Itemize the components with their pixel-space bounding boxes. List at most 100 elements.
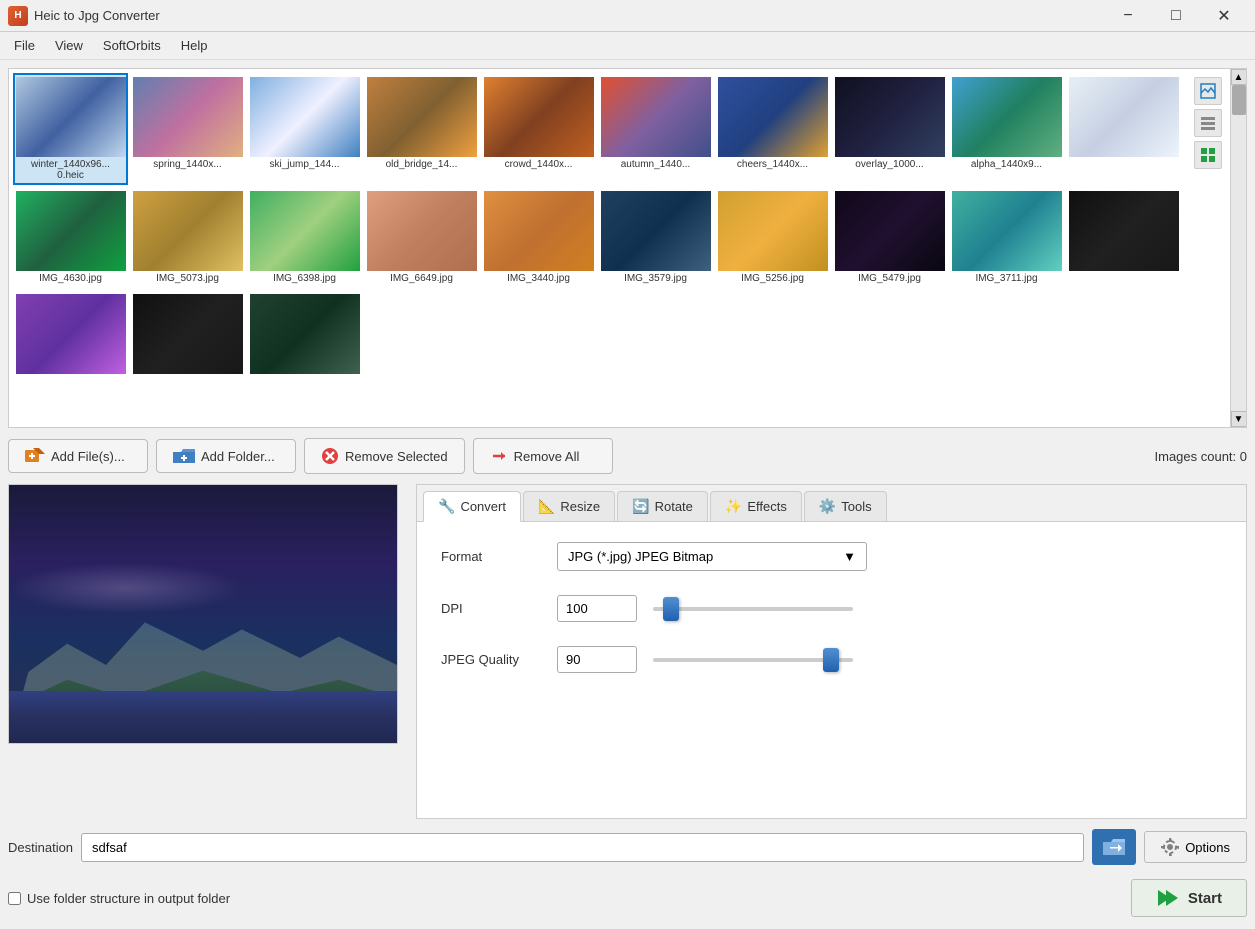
gallery-item[interactable]: IMG_6398.jpg [247,187,362,288]
gallery-item[interactable] [1066,187,1181,288]
dpi-input[interactable] [557,595,637,622]
gallery-item[interactable]: IMG_3711.jpg [949,187,1064,288]
bottom-area: 🔧 Convert 📐 Resize 🔄 Rotate ✨ Effects ⚙️ [8,484,1247,819]
add-folder-button[interactable]: Add Folder... [156,439,296,473]
add-files-icon [25,448,45,464]
folder-structure-checkbox[interactable] [8,892,21,905]
close-button[interactable]: ✕ [1201,0,1247,32]
gallery-item[interactable] [130,290,245,380]
folder-browse-icon [1103,838,1125,856]
dropdown-arrow-icon: ▼ [843,549,856,564]
scroll-thumb[interactable] [1232,85,1246,115]
add-folder-icon [173,448,195,464]
dpi-slider[interactable] [653,599,853,619]
gallery-item[interactable]: IMG_3440.jpg [481,187,596,288]
gallery-scrollbar: ▲ ▼ [1230,69,1246,427]
toolbar: Add File(s)... Add Folder... Remove Sele… [8,434,1247,478]
scroll-track [1231,85,1247,411]
jpeg-quality-input[interactable] [557,646,637,673]
gallery-item[interactable]: old_bridge_14... [364,73,479,185]
jpeg-quality-row: JPEG Quality [441,646,1222,673]
gallery-item[interactable]: winter_1440x96...0.heic [13,73,128,185]
destination-browse-button[interactable] [1092,829,1136,865]
scroll-down-button[interactable]: ▼ [1231,411,1247,427]
grid-view-button[interactable] [1194,141,1222,169]
gallery-grid: winter_1440x96...0.heic spring_1440x... … [13,73,1226,380]
start-button[interactable]: Start [1131,879,1247,917]
destination-input[interactable] [81,833,1084,862]
effects-tab-icon: ✨ [725,498,742,515]
format-dropdown[interactable]: JPG (*.jpg) JPEG Bitmap ▼ [557,542,867,571]
jpeg-quality-label: JPEG Quality [441,652,541,667]
gallery-item[interactable]: IMG_3579.jpg [598,187,713,288]
gallery-item[interactable]: ski_jump_144... [247,73,362,185]
main-content: winter_1440x96...0.heic spring_1440x... … [0,60,1255,929]
scroll-up-button[interactable]: ▲ [1231,69,1247,85]
folder-structure-label: Use folder structure in output folder [27,891,230,906]
start-icon [1156,888,1180,908]
gallery-item[interactable]: overlay_1000... [832,73,947,185]
gallery-item[interactable] [247,290,362,380]
dpi-row: DPI [441,595,1222,622]
dpi-slider-track [653,607,853,611]
folder-structure-checkbox-row: Use folder structure in output folder [8,891,230,906]
jpeg-quality-slider[interactable] [653,650,853,670]
gallery-item[interactable]: IMG_5479.jpg [832,187,947,288]
title-bar: H Heic to Jpg Converter − □ ✕ [0,0,1255,32]
gallery-item[interactable]: spring_1440x... [130,73,245,185]
gear-options-icon [1161,838,1179,856]
fog-layer [9,562,242,614]
menu-bar: File View SoftOrbits Help [0,32,1255,60]
gallery-item[interactable]: IMG_4630.jpg [13,187,128,288]
tab-effects[interactable]: ✨ Effects [710,491,802,521]
gallery-item[interactable]: IMG_5256.jpg [715,187,830,288]
destination-label: Destination [8,840,73,855]
gallery-item[interactable]: alpha_1440x9... [949,73,1064,185]
jpeg-quality-slider-thumb[interactable] [823,648,839,672]
rotate-tab-icon: 🔄 [632,498,649,515]
bottom-bar: Use folder structure in output folder St… [8,875,1247,921]
remove-all-button[interactable]: Remove All [473,438,613,474]
gallery-inner: winter_1440x96...0.heic spring_1440x... … [9,69,1230,427]
dpi-label: DPI [441,601,541,616]
tab-resize[interactable]: 📐 Resize [523,491,615,521]
preview-image [8,484,398,744]
view-mode-buttons [1194,77,1222,169]
menu-view[interactable]: View [45,34,93,57]
gallery-item[interactable]: IMG_5073.jpg [130,187,245,288]
menu-file[interactable]: File [4,34,45,57]
image-view-button[interactable] [1194,77,1222,105]
remove-all-icon [490,447,508,465]
options-button[interactable]: Options [1144,831,1247,863]
gallery-section: winter_1440x96...0.heic spring_1440x... … [8,68,1247,428]
gallery-item[interactable]: cheers_1440x... [715,73,830,185]
menu-softorbits[interactable]: SoftOrbits [93,34,171,57]
remove-selected-button[interactable]: Remove Selected [304,438,465,474]
settings-panel: 🔧 Convert 📐 Resize 🔄 Rotate ✨ Effects ⚙️ [416,484,1247,819]
gallery-item[interactable]: autumn_1440... [598,73,713,185]
app-title: Heic to Jpg Converter [34,8,1105,23]
add-files-button[interactable]: Add File(s)... [8,439,148,473]
dpi-slider-thumb[interactable] [663,597,679,621]
snow-layer [9,691,397,743]
gallery-item[interactable] [1066,73,1181,185]
gallery-item[interactable] [13,290,128,380]
settings-content: Format JPG (*.jpg) JPEG Bitmap ▼ DPI [417,522,1246,693]
tab-rotate[interactable]: 🔄 Rotate [617,491,708,521]
format-label: Format [441,549,541,564]
list-view-button[interactable] [1194,109,1222,137]
gallery-item[interactable]: crowd_1440x... [481,73,596,185]
menu-help[interactable]: Help [171,34,218,57]
window-controls: − □ ✕ [1105,0,1247,32]
maximize-button[interactable]: □ [1153,0,1199,32]
destination-bar: Destination Options [8,825,1247,869]
preview-panel [8,484,408,819]
tab-convert[interactable]: 🔧 Convert [423,491,521,522]
tools-tab-icon: ⚙️ [819,498,836,515]
resize-tab-icon: 📐 [538,498,555,515]
remove-selected-icon [321,447,339,465]
tab-tools[interactable]: ⚙️ Tools [804,491,887,521]
minimize-button[interactable]: − [1105,0,1151,32]
gallery-item[interactable]: IMG_6649.jpg [364,187,479,288]
format-row: Format JPG (*.jpg) JPEG Bitmap ▼ [441,542,1222,571]
